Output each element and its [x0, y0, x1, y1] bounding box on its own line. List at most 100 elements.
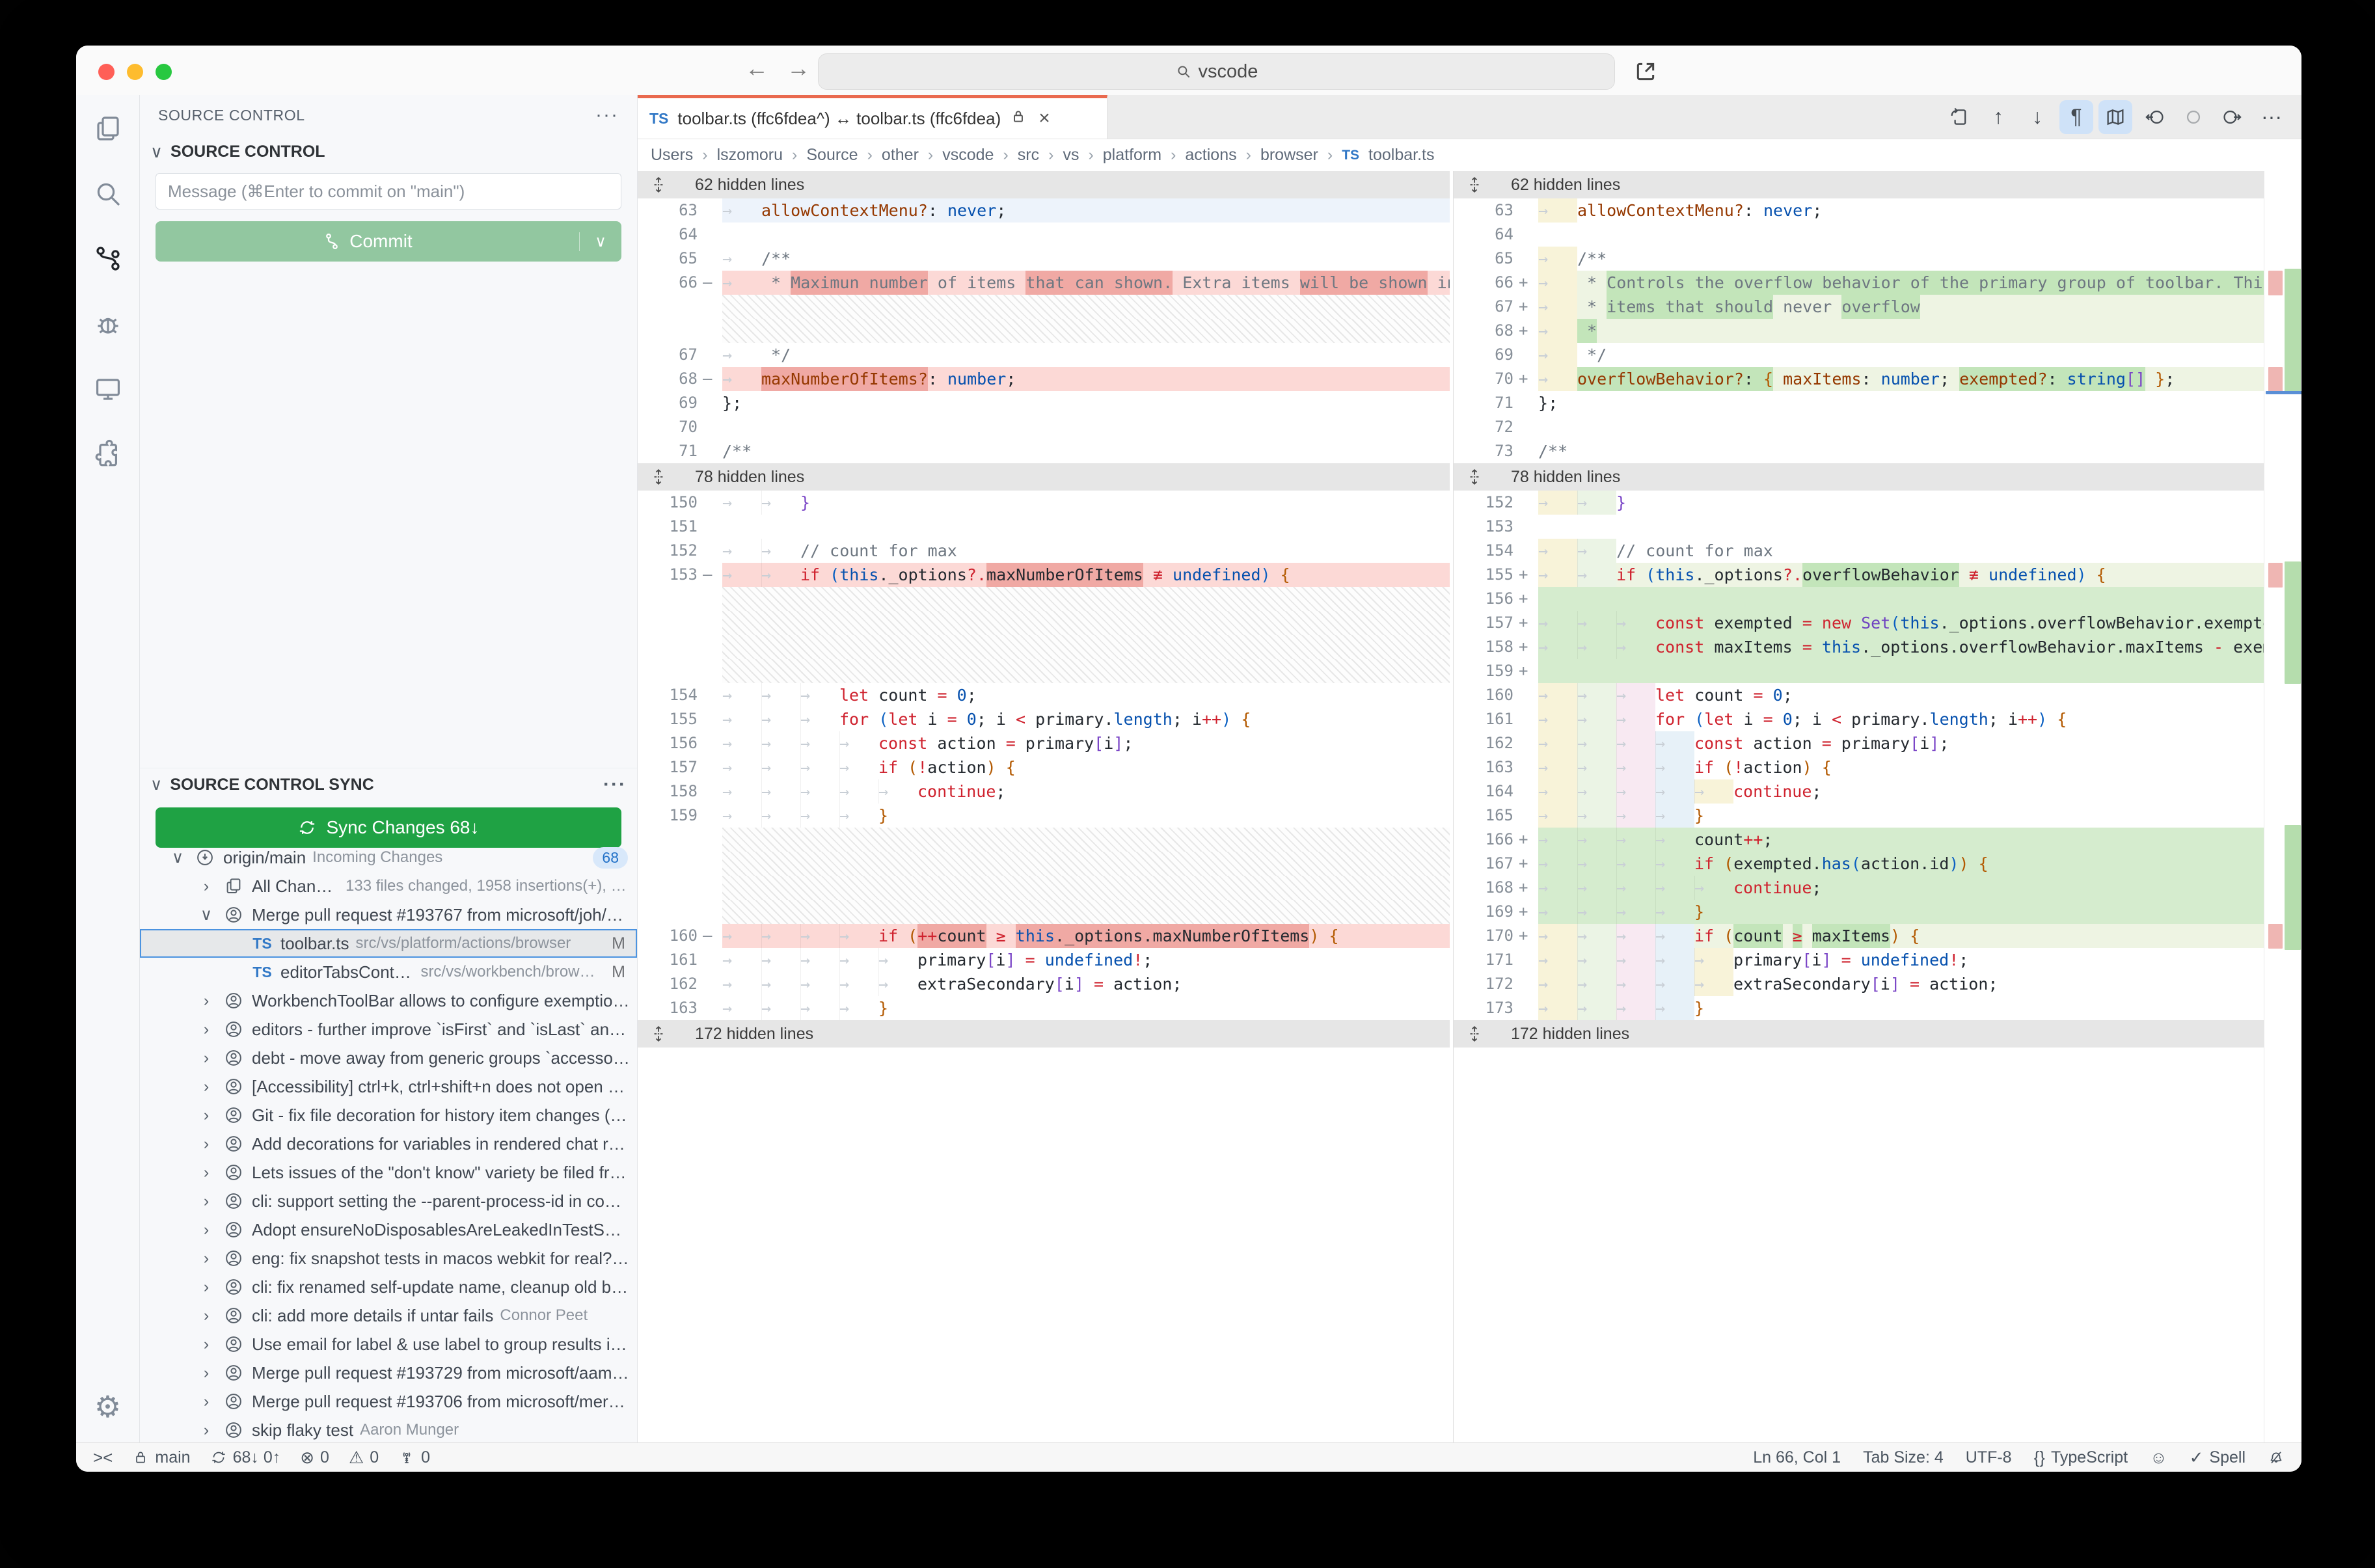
- extensions-icon[interactable]: [92, 439, 124, 470]
- chevron-right-icon[interactable]: ›: [197, 1192, 215, 1211]
- circle-arrow-left-icon[interactable]: [2138, 100, 2171, 134]
- chevron-right-icon[interactable]: ›: [197, 1335, 215, 1354]
- chevron-right-icon[interactable]: ›: [197, 877, 215, 896]
- chevron-down-icon[interactable]: ∨: [169, 848, 187, 867]
- status-item-sync[interactable]: 68↓ 0↑: [210, 1448, 280, 1468]
- tree-row[interactable]: › cli: support setting the --parent-proce…: [140, 1187, 637, 1215]
- chevron-right-icon[interactable]: ›: [197, 1306, 215, 1325]
- back-icon[interactable]: ←: [745, 55, 768, 82]
- status-item-bell-slash[interactable]: [2268, 1449, 2285, 1466]
- tree-row[interactable]: › WorkbenchToolBar allows to configure ex…: [140, 986, 637, 1015]
- scm-section-header[interactable]: ∨ SOURCE CONTROL: [140, 135, 637, 168]
- tree-row[interactable]: › Add decorations for variables in render…: [140, 1129, 637, 1158]
- chevron-right-icon[interactable]: ›: [197, 1135, 215, 1154]
- arrow-down-icon[interactable]: ↓: [2020, 100, 2054, 134]
- tree-row[interactable]: › Git - fix file decoration for history i…: [140, 1101, 637, 1129]
- breadcrumb-item[interactable]: platform: [1103, 146, 1161, 165]
- tree-row[interactable]: ∨ Merge pull request #193767 from microso…: [140, 900, 637, 929]
- tree-row[interactable]: › [Accessibility] ctrl+k, ctrl+shift+n do…: [140, 1072, 637, 1101]
- hidden-lines-bar[interactable]: 172 hidden lines: [1454, 1020, 2264, 1048]
- status-item-error[interactable]: ⊗ 0: [300, 1448, 329, 1468]
- status-item[interactable]: Tab Size: 4: [1863, 1448, 1944, 1467]
- zoom-window-button[interactable]: [156, 64, 172, 80]
- tree-row[interactable]: › Use email for label & use label to grou…: [140, 1330, 637, 1358]
- commit-button[interactable]: Commit ∨: [156, 221, 621, 262]
- chevron-right-icon[interactable]: ›: [197, 1077, 215, 1096]
- status-item[interactable]: Ln 66, Col 1: [1753, 1448, 1841, 1467]
- breadcrumb-item[interactable]: Source: [806, 146, 858, 165]
- debug-icon[interactable]: [92, 308, 124, 340]
- gear-icon[interactable]: ⚙: [76, 1389, 139, 1424]
- chevron-right-icon[interactable]: ›: [197, 1163, 215, 1182]
- hidden-lines-bar[interactable]: 78 hidden lines: [1454, 463, 2264, 491]
- hidden-lines-bar[interactable]: 62 hidden lines: [1454, 171, 2264, 198]
- arrow-up-icon[interactable]: ↑: [1981, 100, 2015, 134]
- breadcrumb-item[interactable]: other: [882, 146, 919, 165]
- status-item-warning[interactable]: ⚠ 0: [349, 1448, 379, 1468]
- chevron-right-icon[interactable]: ›: [197, 1392, 215, 1411]
- chevron-right-icon[interactable]: ›: [197, 1106, 215, 1125]
- tree-row[interactable]: › Merge pull request #193706 from microso…: [140, 1387, 637, 1416]
- breadcrumb-item[interactable]: actions: [1185, 146, 1236, 165]
- close-tab-icon[interactable]: ×: [1038, 107, 1050, 129]
- file-row[interactable]: TS editorTabsControl.ts src/vs/workbench/b…: [140, 958, 637, 986]
- breadcrumb-item[interactable]: browser: [1260, 146, 1318, 165]
- commit-message-input[interactable]: Message (⌘Enter to commit on "main"): [156, 173, 621, 210]
- goto-file-icon[interactable]: [1942, 100, 1976, 134]
- chevron-right-icon[interactable]: ›: [197, 1020, 215, 1039]
- search-input[interactable]: vscode: [818, 53, 1615, 90]
- breadcrumb-file[interactable]: toolbar.ts: [1368, 146, 1434, 165]
- status-item-check[interactable]: ✓ Spell: [2190, 1448, 2246, 1468]
- tree-row[interactable]: ∨ origin/main Incoming Changes 68: [140, 843, 637, 872]
- chevron-right-icon[interactable]: ›: [197, 992, 215, 1010]
- circle-icon[interactable]: [2177, 100, 2210, 134]
- pilcrow-icon[interactable]: ¶: [2059, 100, 2093, 134]
- remote-explorer-icon[interactable]: [92, 373, 124, 405]
- breadcrumb-item[interactable]: lszomoru: [717, 146, 783, 165]
- tree-row[interactable]: › Lets issues of the "don't know" variety…: [140, 1158, 637, 1187]
- source-control-icon[interactable]: [92, 243, 124, 275]
- breadcrumb-item[interactable]: Users: [651, 146, 693, 165]
- minimize-window-button[interactable]: [127, 64, 143, 80]
- hidden-lines-bar[interactable]: 172 hidden lines: [638, 1020, 1450, 1048]
- breadcrumb-item[interactable]: vs: [1063, 146, 1079, 165]
- tree-row[interactable]: › cli: fix renamed self-update name, clea…: [140, 1273, 637, 1301]
- status-item-braces[interactable]: {} TypeScript: [2034, 1448, 2128, 1468]
- chevron-right-icon[interactable]: ›: [197, 1249, 215, 1268]
- status-item-lock[interactable]: main: [132, 1448, 191, 1468]
- tree-row[interactable]: › eng: fix snapshot tests in macos webkit…: [140, 1244, 637, 1273]
- diff-original-pane[interactable]: 62 hidden lines 63 → allowContextMenu?: nev…: [638, 171, 1450, 1442]
- overview-ruler[interactable]: [2264, 171, 2301, 1442]
- tree-row[interactable]: › debt - move away from generic groups `a…: [140, 1044, 637, 1072]
- chevron-right-icon[interactable]: ›: [197, 1364, 215, 1383]
- map-icon[interactable]: [2098, 100, 2132, 134]
- sync-changes-button[interactable]: Sync Changes 68↓: [156, 807, 621, 848]
- commit-dropdown-icon[interactable]: ∨: [579, 232, 621, 251]
- chevron-down-icon[interactable]: ∨: [197, 905, 215, 925]
- more-actions-icon[interactable]: ···: [595, 104, 619, 126]
- explorer-icon[interactable]: [92, 113, 124, 144]
- tree-row[interactable]: › editors - further improve `isFirst` and…: [140, 1015, 637, 1044]
- file-row[interactable]: TS toolbar.ts src/vs/platform/actions/brow…: [140, 929, 637, 958]
- chevron-right-icon[interactable]: ›: [197, 1278, 215, 1297]
- tree-row[interactable]: › skip flaky test Aaron Munger: [140, 1416, 637, 1442]
- breadcrumb-item[interactable]: src: [1018, 146, 1039, 165]
- status-item-remote[interactable]: ><: [93, 1448, 113, 1468]
- chevron-right-icon[interactable]: ›: [197, 1221, 215, 1239]
- close-window-button[interactable]: [98, 64, 115, 80]
- status-item-tower[interactable]: 0: [398, 1448, 430, 1468]
- hidden-lines-bar[interactable]: 62 hidden lines: [638, 171, 1450, 198]
- hidden-lines-bar[interactable]: 78 hidden lines: [638, 463, 1450, 491]
- chevron-right-icon[interactable]: ›: [197, 1049, 215, 1068]
- open-external-icon[interactable]: [1633, 59, 1659, 85]
- forward-icon[interactable]: →: [787, 55, 810, 82]
- circle-arrow-right-icon[interactable]: [2216, 100, 2249, 134]
- diff-modified-pane[interactable]: 62 hidden lines 63 → allowContextMenu?: nev…: [1453, 171, 2264, 1442]
- status-item-smiley[interactable]: ☺: [2150, 1448, 2167, 1468]
- breadcrumb-item[interactable]: vscode: [942, 146, 994, 165]
- tree-row[interactable]: › Merge pull request #193729 from microso…: [140, 1358, 637, 1387]
- tree-row[interactable]: › Adopt ensureNoDisposablesAreLeakedInTes…: [140, 1215, 637, 1244]
- search-icon[interactable]: [92, 178, 124, 210]
- sync-section-header[interactable]: ∨ SOURCE CONTROL SYNC ···: [140, 768, 637, 801]
- tab-toolbar-diff[interactable]: TS toolbar.ts (ffc6fdea^) ↔ toolbar.ts (…: [638, 95, 1107, 139]
